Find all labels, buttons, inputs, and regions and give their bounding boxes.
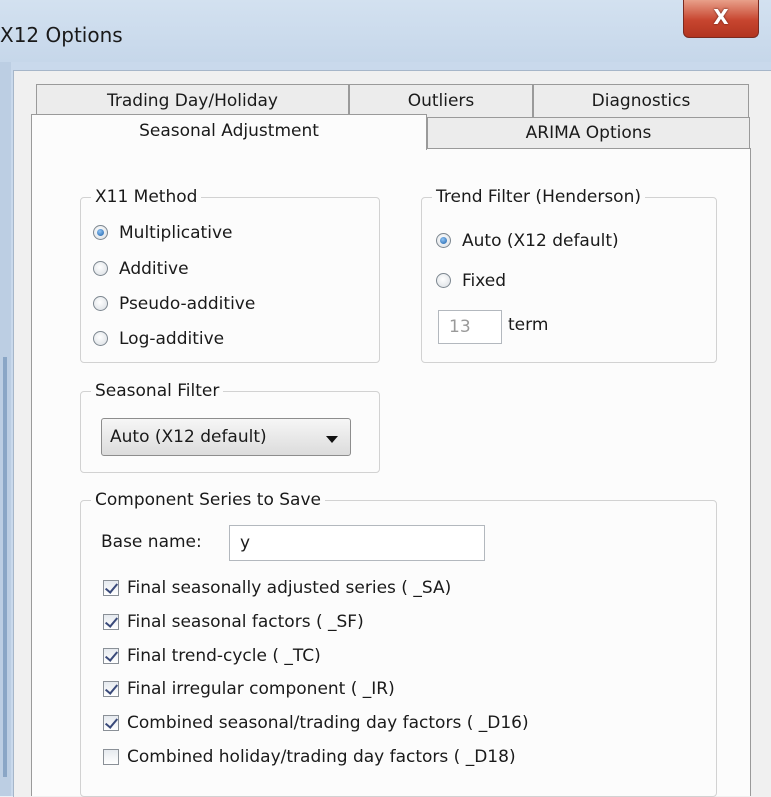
checkbox[interactable] bbox=[103, 681, 119, 697]
chevron-down-icon bbox=[326, 436, 338, 443]
left-edge bbox=[0, 62, 11, 796]
checkbox-d18[interactable]: Combined holiday/trading day factors ( _… bbox=[103, 746, 516, 768]
radio-label: Auto (X12 default) bbox=[462, 231, 619, 251]
group-title: X11 Method bbox=[91, 186, 202, 208]
term-input[interactable]: 13 bbox=[438, 310, 502, 344]
group-title: Seasonal Filter bbox=[91, 380, 224, 402]
radio-multiplicative[interactable]: Multiplicative bbox=[93, 222, 232, 244]
checkbox-label: Final seasonal factors ( _SF) bbox=[127, 612, 364, 632]
checkbox-label: Final seasonally adjusted series ( _SA) bbox=[127, 578, 452, 598]
checkbox-label: Final trend-cycle ( _TC) bbox=[127, 646, 321, 666]
radio-additive[interactable]: Additive bbox=[93, 258, 189, 280]
checkbox-label: Combined seasonal/trading day factors ( … bbox=[127, 713, 529, 733]
tab-label: ARIMA Options bbox=[525, 123, 652, 143]
close-icon: X bbox=[713, 5, 729, 29]
checkbox[interactable] bbox=[103, 648, 119, 664]
close-button[interactable]: X bbox=[683, 0, 759, 38]
base-name-label: Base name: bbox=[101, 532, 202, 552]
radio-log-additive[interactable]: Log-additive bbox=[93, 328, 224, 350]
radio-trend-fixed[interactable]: Fixed bbox=[436, 270, 506, 292]
checkbox-label: Combined holiday/trading day factors ( _… bbox=[127, 747, 516, 767]
radio-label: Fixed bbox=[462, 271, 507, 291]
checkbox-final-sa[interactable]: Final seasonally adjusted series ( _SA) bbox=[103, 577, 451, 599]
radio-label: Multiplicative bbox=[119, 223, 233, 243]
title-bar: X12 Options X bbox=[0, 0, 771, 62]
radio-trend-auto[interactable]: Auto (X12 default) bbox=[436, 230, 619, 252]
tab-label: Diagnostics bbox=[591, 91, 691, 111]
tab-diagnostics[interactable]: Diagnostics bbox=[533, 84, 749, 120]
window-title: X12 Options bbox=[0, 23, 123, 47]
radio-label: Additive bbox=[119, 259, 189, 279]
tab-label: Trading Day/Holiday bbox=[107, 91, 278, 111]
tab-label: Outliers bbox=[407, 91, 475, 111]
checkbox-final-ir[interactable]: Final irregular component ( _IR) bbox=[103, 678, 395, 700]
radio-label: Log-additive bbox=[119, 329, 225, 349]
seasonal-adjustment-panel: X11 Method Multiplicative Additive Pseud… bbox=[31, 148, 751, 797]
checkbox[interactable] bbox=[103, 749, 119, 765]
select-value: Auto (X12 default) bbox=[110, 427, 267, 447]
radio-button[interactable] bbox=[93, 296, 108, 311]
checkbox-final-sf[interactable]: Final seasonal factors ( _SF) bbox=[103, 611, 364, 633]
checkbox[interactable] bbox=[103, 614, 119, 630]
tab-label: Seasonal Adjustment bbox=[139, 121, 319, 141]
checkbox-label: Final irregular component ( _IR) bbox=[127, 679, 395, 699]
radio-button[interactable] bbox=[93, 261, 108, 276]
radio-button[interactable] bbox=[93, 225, 108, 240]
tab-seasonal-adjustment[interactable]: Seasonal Adjustment bbox=[31, 114, 427, 150]
radio-button[interactable] bbox=[93, 331, 108, 346]
radio-label: Pseudo-additive bbox=[119, 294, 256, 314]
radio-button[interactable] bbox=[436, 233, 451, 248]
tab-arima-options[interactable]: ARIMA Options bbox=[427, 117, 750, 150]
group-title: Component Series to Save bbox=[91, 489, 325, 511]
radio-button[interactable] bbox=[436, 273, 451, 288]
x11-method-group: X11 Method Multiplicative Additive Pseud… bbox=[80, 186, 380, 363]
checkbox[interactable] bbox=[103, 715, 119, 731]
checkbox[interactable] bbox=[103, 580, 119, 596]
seasonal-filter-group: Seasonal Filter Auto (X12 default) bbox=[80, 380, 380, 473]
term-label: term bbox=[508, 315, 549, 335]
checkbox-d16[interactable]: Combined seasonal/trading day factors ( … bbox=[103, 712, 529, 734]
radio-pseudo-additive[interactable]: Pseudo-additive bbox=[93, 293, 255, 315]
checkbox-final-tc[interactable]: Final trend-cycle ( _TC) bbox=[103, 645, 321, 667]
component-series-group: Component Series to Save Base name: y Fi… bbox=[80, 489, 717, 797]
group-title: Trend Filter (Henderson) bbox=[432, 186, 645, 208]
trend-filter-group: Trend Filter (Henderson) Auto (X12 defau… bbox=[421, 186, 717, 363]
base-name-input[interactable]: y bbox=[229, 525, 485, 561]
seasonal-filter-select[interactable]: Auto (X12 default) bbox=[101, 418, 351, 456]
